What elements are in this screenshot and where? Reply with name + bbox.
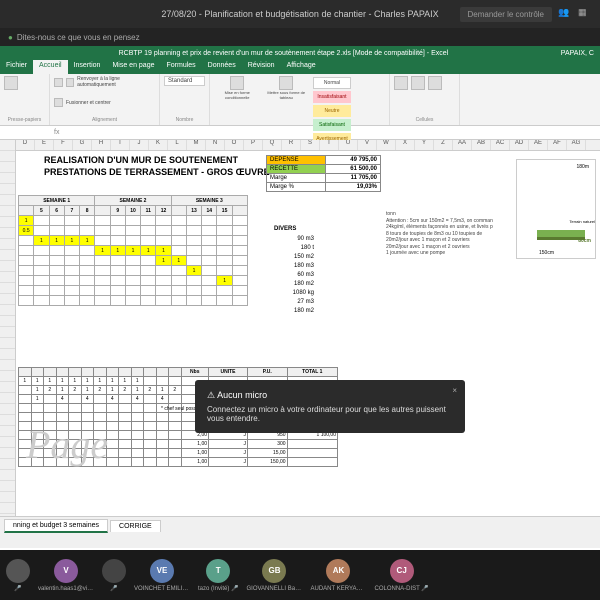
participant[interactable]: Ttazo (Invité) 🎤 bbox=[198, 559, 238, 592]
sheet-tab-1[interactable]: nning et budget 3 semaines bbox=[4, 519, 108, 533]
chart-label-terrain: Terrain naturel bbox=[569, 219, 595, 224]
style-good[interactable]: Satisfaisant bbox=[313, 119, 351, 131]
teams-title-bar: 27/08/20 - Planification et budgétisatio… bbox=[0, 0, 600, 28]
cond-format-icon[interactable] bbox=[230, 76, 244, 90]
participant[interactable]: 🎤 bbox=[102, 559, 126, 592]
participant-name: 🎤 bbox=[110, 585, 117, 592]
chart-diagram[interactable]: 180m Terrain naturel 80cm 150cm bbox=[516, 159, 596, 259]
tab-fichier[interactable]: Fichier bbox=[0, 60, 33, 74]
sheet-title-1: REALISATION D'UN MUR DE SOUTENEMENT bbox=[44, 155, 238, 165]
format-cell-icon[interactable] bbox=[428, 76, 442, 90]
request-control-button[interactable]: Demander le contrôle bbox=[460, 7, 552, 22]
cells-label: Cellules bbox=[394, 117, 455, 123]
format-table-icon[interactable] bbox=[279, 76, 293, 90]
participants-bar: 🎤 Vvalentin.haas1@viacesi.fr 🎤 🎤 VE VOINCHE… bbox=[0, 550, 600, 600]
align-left-icon[interactable] bbox=[54, 78, 63, 87]
tab-mise-en-page[interactable]: Mise en page bbox=[106, 60, 160, 74]
teams-info-text[interactable]: Dites-nous ce que vous en pensez bbox=[17, 33, 140, 42]
style-neutral[interactable]: Neutre bbox=[313, 105, 351, 117]
avatar: GB bbox=[262, 559, 286, 583]
avatar bbox=[6, 559, 30, 583]
style-bad[interactable]: Insatisfaisant bbox=[313, 91, 351, 103]
meeting-title: 27/08/20 - Planification et budgétisatio… bbox=[161, 9, 438, 19]
excel-doc-title: RCBTP 19 planning et prix de revient d'u… bbox=[119, 50, 449, 57]
people-icon[interactable]: 👥 bbox=[558, 7, 572, 21]
divers-list: DIVERS 90 m3180 t150 m2180 m360 m3180 m2… bbox=[274, 226, 314, 317]
merge-button[interactable]: Fusionner et centrer bbox=[66, 100, 111, 106]
paste-icon[interactable] bbox=[4, 76, 18, 90]
participant[interactable]: GB GIOVANNELLI Bastien (Invité) 🎤 bbox=[246, 559, 302, 592]
divers-title: DIVERS bbox=[274, 226, 314, 232]
delete-cell-icon[interactable] bbox=[411, 76, 425, 90]
participant[interactable]: VE VOINCHET EMILIE (Invité) 🎤 bbox=[134, 559, 190, 592]
participant-name: COLONNA-DIST 🎤 bbox=[374, 585, 428, 592]
column-headers: DEFGHIJKLMNOPQRSTUVWXYZAAABACADAEAFAG bbox=[16, 140, 600, 151]
participant-name: AUDANT KERYAN 🎤 bbox=[310, 585, 366, 592]
participant[interactable]: CJ COLONNA-DIST 🎤 bbox=[374, 559, 428, 592]
worksheet[interactable]: DEFGHIJKLMNOPQRSTUVWXYZAAABACADAEAFAG RE… bbox=[0, 140, 600, 516]
participant-name: valentin.haas1@viacesi.fr 🎤 bbox=[38, 585, 94, 592]
toast-body: Connectez un micro à votre ordinateur po… bbox=[207, 405, 453, 423]
participant[interactable]: 🎤 bbox=[6, 559, 30, 592]
status-bar bbox=[0, 534, 600, 548]
row-headers bbox=[0, 140, 16, 516]
teams-info-bar: ● Dites-nous ce que vous en pensez bbox=[0, 28, 600, 46]
style-normal[interactable]: Normal bbox=[313, 77, 351, 89]
excel-title-bar: RCBTP 19 planning et prix de revient d'u… bbox=[0, 46, 600, 60]
align-center-icon[interactable] bbox=[66, 78, 75, 87]
tab-accueil[interactable]: Accueil bbox=[33, 60, 68, 74]
excel-window: RCBTP 19 planning et prix de revient d'u… bbox=[0, 46, 600, 550]
excel-user: PAPAIX, C bbox=[561, 50, 594, 57]
number-format[interactable]: Standard bbox=[168, 78, 192, 84]
tab-revision[interactable]: Révision bbox=[242, 60, 281, 74]
insert-cell-icon[interactable] bbox=[394, 76, 408, 90]
participant[interactable]: AK AUDANT KERYAN 🎤 bbox=[310, 559, 366, 592]
clipboard-label: Presse-papiers bbox=[4, 117, 45, 123]
chart-label-80: 80cm bbox=[578, 238, 591, 244]
format-table-label: Mettre sous forme de tableau bbox=[262, 90, 310, 100]
sheet-tabs: nning et budget 3 semaines CORRIGE bbox=[0, 516, 600, 534]
cond-format-label: Mise en forme conditionnelle bbox=[214, 90, 260, 100]
avatar: VE bbox=[150, 559, 174, 583]
no-mic-toast: × ⚠ Aucun micro Connectez un micro à vot… bbox=[195, 380, 465, 433]
tab-donnees[interactable]: Données bbox=[202, 60, 242, 74]
wrap-text-button[interactable]: Renvoyer à la ligne automatiquement bbox=[77, 76, 155, 88]
tab-affichage[interactable]: Affichage bbox=[281, 60, 322, 74]
avatar bbox=[102, 559, 126, 583]
chart-label-180: 180m bbox=[576, 164, 589, 170]
tab-formules[interactable]: Formules bbox=[160, 60, 201, 74]
number-label: Nombre bbox=[164, 117, 205, 123]
avatar: AK bbox=[326, 559, 350, 583]
avatar: T bbox=[206, 559, 230, 583]
avatar: CJ bbox=[390, 559, 414, 583]
participant-name: 🎤 bbox=[14, 585, 21, 592]
align-icon[interactable] bbox=[54, 98, 63, 107]
grid-icon[interactable]: ▦ bbox=[578, 7, 592, 21]
ribbon: Presse-papiers Renvoyer à la ligne autom… bbox=[0, 74, 600, 126]
participant[interactable]: Vvalentin.haas1@viacesi.fr 🎤 bbox=[38, 559, 94, 592]
toast-close-button[interactable]: × bbox=[452, 386, 457, 395]
summary-table[interactable]: DEPENSE49 795,00RECETTE61 500,00Marge11 … bbox=[266, 155, 381, 192]
sheet-tab-2[interactable]: CORRIGE bbox=[110, 520, 161, 532]
participant-name: GIOVANNELLI Bastien (Invité) 🎤 bbox=[246, 585, 302, 592]
status-dot-icon: ● bbox=[8, 33, 13, 42]
toast-title: ⚠ Aucun micro bbox=[207, 390, 453, 401]
participant-name: tazo (Invité) 🎤 bbox=[198, 585, 238, 592]
ribbon-tabs: Fichier Accueil Insertion Mise en page F… bbox=[0, 60, 600, 74]
avatar: V bbox=[54, 559, 78, 583]
chart-label-150: 150cm bbox=[539, 250, 554, 256]
sheet-title-2: PRESTATIONS DE TERRASSEMENT - GROS ŒUVRE bbox=[44, 167, 270, 177]
alignment-label: Alignement bbox=[54, 117, 155, 123]
tab-insertion[interactable]: Insertion bbox=[68, 60, 107, 74]
notes-text: tonnAttention : 5cm sur 150m2 = 7,5m3, o… bbox=[386, 211, 526, 257]
participant-name: VOINCHET EMILIE (Invité) 🎤 bbox=[134, 585, 190, 592]
gantt-chart[interactable]: SEMAINE 1SEMAINE 2SEMAINE 3 5678 9101112… bbox=[18, 195, 248, 306]
